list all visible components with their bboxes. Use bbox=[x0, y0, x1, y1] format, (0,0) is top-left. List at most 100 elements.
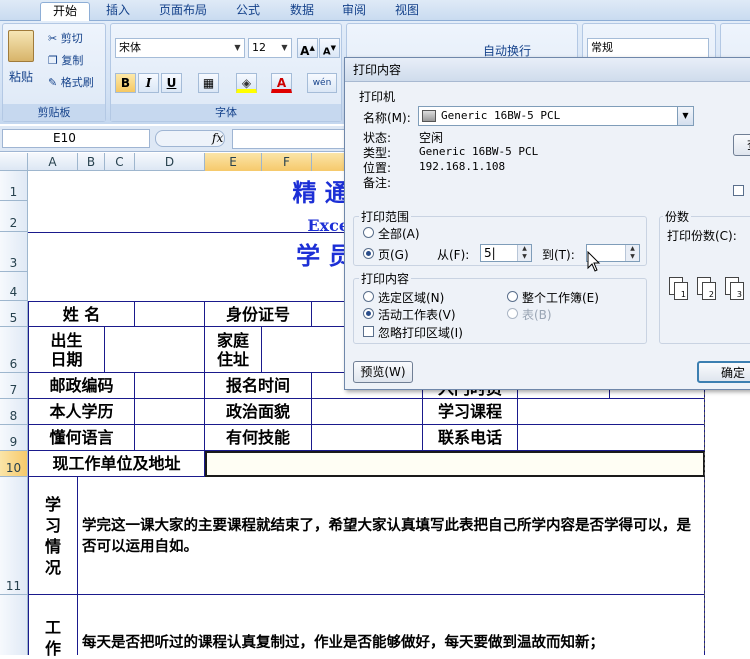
copy-button[interactable]: ❐ 复制 bbox=[48, 52, 83, 68]
scissors-icon: ✂ bbox=[48, 32, 58, 45]
column-header-d[interactable]: D bbox=[135, 153, 205, 171]
chevron-down-icon: ▼ bbox=[234, 43, 241, 52]
radio-table[interactable] bbox=[507, 308, 518, 319]
tab-insert[interactable]: 插入 bbox=[97, 2, 139, 21]
mouse-cursor-icon bbox=[587, 251, 601, 272]
cell-work-text[interactable]: 每天是否把听过的课程认真复制过，作业是否能够做好，每天要做到温故而知新； bbox=[78, 595, 705, 655]
row-header-4[interactable]: 4 bbox=[0, 272, 28, 301]
tab-formulas[interactable]: 公式 bbox=[228, 2, 268, 21]
row-header-10[interactable]: 10 bbox=[0, 451, 28, 477]
fill-color-button[interactable]: ◈ bbox=[236, 73, 257, 93]
paste-button[interactable]: 粘贴 bbox=[9, 68, 33, 85]
cell-politics-value[interactable] bbox=[312, 399, 423, 425]
paste-icon[interactable] bbox=[8, 30, 34, 62]
column-header-f[interactable]: F bbox=[262, 153, 312, 171]
tab-page-layout[interactable]: 页面布局 bbox=[150, 2, 216, 21]
print-to-file-checkbox[interactable] bbox=[733, 185, 744, 196]
cell-education-value[interactable] bbox=[135, 399, 205, 425]
row-header-7[interactable]: 7 bbox=[0, 373, 28, 399]
font-size-select[interactable]: 12 ▼ bbox=[248, 38, 292, 58]
row-header-9[interactable]: 9 bbox=[0, 425, 28, 451]
from-page-input[interactable]: 5| ▲ ▼ bbox=[480, 244, 532, 262]
select-all-corner[interactable] bbox=[0, 153, 28, 171]
preview-button[interactable]: 预览(W) bbox=[353, 361, 413, 383]
cell-name-value[interactable] bbox=[135, 301, 205, 327]
radio-pages[interactable] bbox=[363, 248, 374, 259]
grow-font-button[interactable]: A▲ bbox=[297, 38, 318, 58]
number-format-value: 常规 bbox=[591, 41, 613, 54]
spin-up-icon[interactable]: ▲ bbox=[625, 245, 639, 253]
active-sheet-label: 活动工作表(V) bbox=[378, 308, 456, 322]
column-header-e[interactable]: E bbox=[205, 153, 262, 171]
radio-workbook[interactable] bbox=[507, 291, 518, 302]
font-name-select[interactable]: 宋体 ▼ bbox=[115, 38, 245, 58]
spin-up-icon[interactable]: ▲ bbox=[517, 245, 531, 253]
row-header-3[interactable]: 3 bbox=[0, 232, 28, 272]
font-size-value: 12 bbox=[252, 41, 266, 54]
collate-page-icon: 2 bbox=[702, 282, 716, 300]
column-header-b[interactable]: B bbox=[78, 153, 105, 171]
column-header-c[interactable]: C bbox=[105, 153, 135, 171]
chevron-down-icon: ▼ bbox=[677, 107, 693, 125]
clipboard-group-label: 剪贴板 bbox=[3, 104, 105, 121]
name-box[interactable]: E10 bbox=[2, 129, 150, 148]
printer-name-select[interactable]: Generic 16BW-5 PCL ▼ bbox=[418, 106, 694, 126]
cell-phone-value[interactable] bbox=[518, 425, 705, 451]
spin-down-icon[interactable]: ▼ bbox=[625, 253, 639, 261]
radio-active-sheet[interactable] bbox=[363, 308, 374, 319]
find-printer-button[interactable]: 查 bbox=[733, 134, 750, 156]
bold-button[interactable]: B bbox=[115, 73, 136, 93]
row-header-2[interactable]: 2 bbox=[0, 201, 28, 232]
tab-data[interactable]: 数据 bbox=[282, 2, 322, 21]
italic-button[interactable]: I bbox=[138, 73, 159, 93]
copies-label: 份数 bbox=[663, 208, 692, 225]
cell-e10-selected[interactable] bbox=[205, 451, 705, 477]
dialog-title: 打印内容 bbox=[345, 58, 750, 82]
label-zip: 邮政编码 bbox=[28, 373, 135, 399]
phonetic-button[interactable]: wén bbox=[307, 73, 337, 93]
pages-label: 页(G) bbox=[378, 248, 409, 262]
print-dialog: 打印内容 打印机 名称(M): Generic 16BW-5 PCL ▼ 状态:… bbox=[344, 57, 750, 390]
tab-review[interactable]: 审阅 bbox=[334, 2, 374, 21]
format-painter-label: 格式刷 bbox=[60, 76, 94, 89]
row-header-11[interactable]: 11 bbox=[0, 477, 28, 595]
label-skills: 有何技能 bbox=[205, 425, 312, 451]
status-value: 空闲 bbox=[419, 131, 444, 145]
cell-zip-value[interactable] bbox=[135, 373, 205, 399]
cell-skills-value[interactable] bbox=[312, 425, 423, 451]
font-color-button[interactable]: A bbox=[271, 73, 292, 93]
type-value: Generic 16BW-5 PCL bbox=[419, 145, 539, 158]
from-page-value: 5 bbox=[484, 246, 492, 260]
cell-home-value[interactable] bbox=[262, 327, 352, 373]
paint-bucket-icon: ◈ bbox=[241, 76, 252, 90]
row-header-12[interactable] bbox=[0, 595, 28, 655]
cell-language-value[interactable] bbox=[135, 425, 205, 451]
cell-course-value[interactable] bbox=[518, 399, 705, 425]
tab-home[interactable]: 开始 bbox=[40, 2, 90, 22]
column-header-a[interactable]: A bbox=[28, 153, 78, 171]
tab-view[interactable]: 视图 bbox=[387, 2, 427, 21]
label-signup-time: 报名时间 bbox=[205, 373, 312, 399]
label-name: 姓 名 bbox=[28, 301, 135, 327]
format-painter-button[interactable]: ✎ 格式刷 bbox=[48, 74, 94, 90]
row-header-5[interactable]: 5 bbox=[0, 301, 28, 327]
ignore-print-area-checkbox[interactable] bbox=[363, 326, 374, 337]
cell-study-text[interactable]: 学完这一课大家的主要课程就结束了，希望大家认真填写此表把自己所学内容是否学得可以… bbox=[78, 477, 705, 595]
row-header-6[interactable]: 6 bbox=[0, 327, 28, 373]
label-work: 工 作 bbox=[28, 595, 78, 658]
from-label: 从(F): bbox=[437, 248, 470, 262]
shrink-font-button[interactable]: A▼ bbox=[319, 38, 340, 58]
number-format-select[interactable]: 常规 bbox=[587, 38, 709, 58]
fx-icon[interactable]: fx bbox=[212, 131, 223, 145]
row-header-8[interactable]: 8 bbox=[0, 399, 28, 425]
underline-button[interactable]: U bbox=[161, 73, 182, 93]
cell-birth-value[interactable] bbox=[105, 327, 205, 373]
cut-button[interactable]: ✂ 剪切 bbox=[48, 30, 83, 46]
border-button[interactable]: ▦ bbox=[198, 73, 219, 93]
spin-down-icon[interactable]: ▼ bbox=[517, 253, 531, 261]
ok-button[interactable]: 确定 bbox=[697, 361, 750, 383]
printer-icon bbox=[422, 110, 436, 122]
radio-selection[interactable] bbox=[363, 291, 374, 302]
row-header-1[interactable]: 1 bbox=[0, 171, 28, 201]
radio-all[interactable] bbox=[363, 227, 374, 238]
